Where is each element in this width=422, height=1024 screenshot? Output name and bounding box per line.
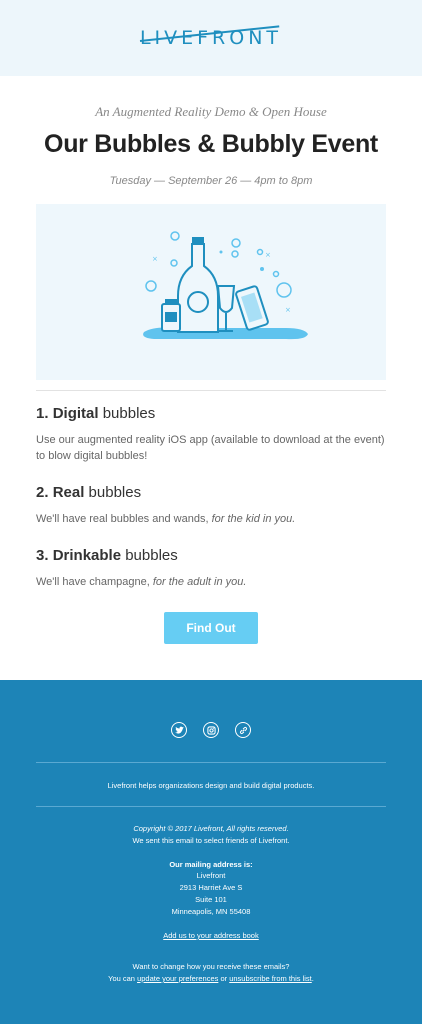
svg-text:×: × bbox=[285, 306, 291, 314]
link-icon[interactable] bbox=[235, 722, 251, 738]
add-to-address-book-link[interactable]: Add us to your address book bbox=[0, 931, 422, 940]
section-body: We'll have real bubbles and wands, for t… bbox=[36, 513, 296, 525]
svg-text:×: × bbox=[152, 255, 158, 263]
event-date: Tuesday — September 26 — 4pm to 8pm bbox=[109, 175, 313, 187]
unsubscribe-link[interactable]: unsubscribe from this list bbox=[229, 974, 312, 983]
section-title: 1. Digital bubbles bbox=[36, 405, 156, 422]
footer-tagline: Livefront helps organizations design and… bbox=[107, 781, 315, 790]
cta-wrapper: Find Out More bbox=[36, 612, 386, 669]
update-preferences-link[interactable]: update your preferences bbox=[137, 974, 218, 983]
find-out-more-button[interactable]: Find Out More bbox=[164, 612, 258, 667]
event-title: Our Bubbles & Bubbly Event bbox=[44, 130, 378, 158]
event-eyebrow: An Augmented Reality Demo & Open House bbox=[95, 104, 327, 119]
bubbles-bottle-phone-illustration: × × × bbox=[143, 231, 308, 340]
content-divider bbox=[36, 390, 386, 391]
copyright-text: Copyright © 2017 Livefront, All rights r… bbox=[133, 824, 289, 833]
twitter-icon[interactable] bbox=[171, 722, 187, 738]
social-links bbox=[0, 722, 422, 738]
section-body: Use our augmented reality iOS app (avail… bbox=[36, 434, 385, 462]
section-drinkable-bubbles: 3. Drinkable bubbles We'll have champagn… bbox=[36, 547, 386, 590]
sent-line: We sent this email to select friends of … bbox=[132, 836, 290, 845]
section-body: We'll have champagne, for the adult in y… bbox=[36, 576, 247, 588]
livefront-logo[interactable]: LIVEFRONT bbox=[139, 25, 282, 49]
section-digital-bubbles: 1. Digital bubbles Use our augmented rea… bbox=[36, 405, 386, 464]
footer-divider bbox=[36, 762, 386, 763]
section-title: 2. Real bubbles bbox=[36, 484, 142, 501]
instagram-icon[interactable] bbox=[203, 722, 219, 738]
section-real-bubbles: 2. Real bubbles We'll have real bubbles … bbox=[36, 484, 386, 527]
preferences-block: Want to change how you receive these ema… bbox=[108, 962, 314, 983]
mailing-address-heading: Our mailing address is: bbox=[169, 860, 253, 869]
mailing-address: Livefront 2913 Harriet Ave S Suite 101 M… bbox=[171, 871, 251, 916]
hero-illustration: × × × bbox=[36, 204, 386, 380]
email-header: LIVEFRONT bbox=[0, 0, 422, 76]
section-title: 3. Drinkable bubbles bbox=[36, 547, 178, 564]
footer-divider bbox=[36, 806, 386, 807]
email-content: An Augmented Reality Demo & Open House O… bbox=[0, 104, 422, 686]
email-footer: Livefront helps organizations design and… bbox=[0, 680, 422, 1024]
svg-text:×: × bbox=[265, 251, 271, 259]
copyright-block: Copyright © 2017 Livefront, All rights r… bbox=[0, 823, 422, 847]
